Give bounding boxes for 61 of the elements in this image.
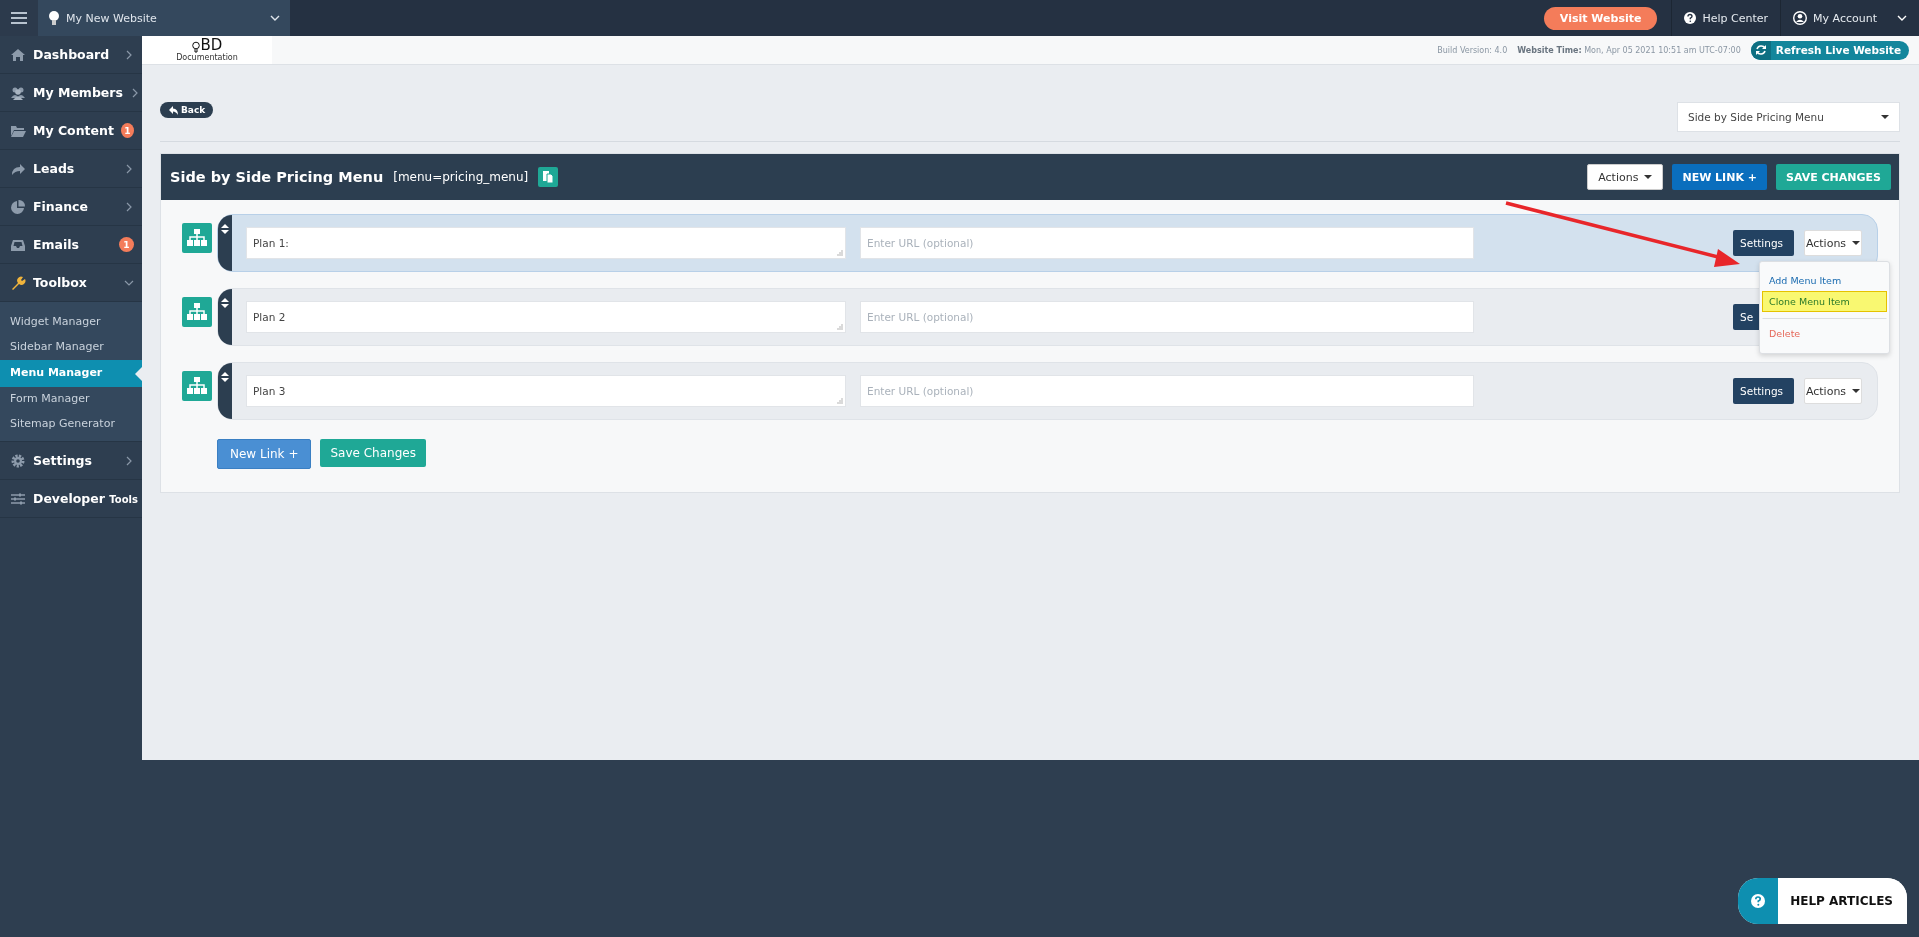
count-badge: 1 xyxy=(120,123,134,138)
chevron-down-icon xyxy=(270,13,280,23)
submenu-item[interactable]: Form Manager xyxy=(0,387,142,412)
sitemap-icon xyxy=(182,371,212,401)
shortcode: [menu=pricing_menu] xyxy=(393,170,529,184)
submenu-item[interactable]: Sidebar Manager xyxy=(0,335,142,360)
logo: BD Documentation xyxy=(142,36,272,64)
title-field[interactable]: Plan 2 xyxy=(246,301,846,333)
count-badge: 1 xyxy=(119,237,134,252)
sort-arrows-icon xyxy=(220,371,230,383)
home-icon xyxy=(10,46,26,63)
actions-button[interactable]: Actions xyxy=(1804,378,1862,404)
caret-down-icon xyxy=(1852,241,1861,245)
resize-grip-icon xyxy=(837,398,843,404)
refresh-live-website-button[interactable]: Refresh Live Website xyxy=(1750,40,1909,60)
settings-button[interactable]: Settings xyxy=(1733,378,1794,404)
menu-select[interactable]: Side by Side Pricing Menu xyxy=(1677,102,1900,132)
refresh-icon xyxy=(1754,44,1767,56)
menu-icon xyxy=(10,10,28,26)
caret-down-icon xyxy=(1881,115,1889,119)
settings-button[interactable]: Settings xyxy=(1733,230,1794,256)
url-field[interactable]: Enter URL (optional) xyxy=(860,227,1474,259)
sitemap-icon xyxy=(182,223,212,253)
title-field[interactable]: Plan 3 xyxy=(246,375,846,407)
help-icon xyxy=(1751,894,1766,908)
chevron-down-icon xyxy=(1897,13,1907,23)
sitemap-icon xyxy=(182,297,212,327)
reply-arrow-icon xyxy=(168,105,178,115)
sort-arrows-icon xyxy=(220,297,230,309)
caret-down-icon xyxy=(1644,175,1653,179)
dropdown-item[interactable]: Clone Menu Item xyxy=(1762,291,1887,312)
resize-grip-icon xyxy=(837,324,843,330)
website-time: Website Time: Mon, Apr 05 2021 10:51 am UTC-07:00 xyxy=(1517,45,1741,55)
back-button[interactable]: Back xyxy=(160,102,214,118)
user-icon xyxy=(1793,11,1808,25)
new-link-button[interactable]: NEW LINK + xyxy=(1672,164,1767,190)
actions-button[interactable]: Actions xyxy=(1804,230,1862,256)
submenu-item[interactable]: Sitemap Generator xyxy=(0,412,142,437)
caret-down-icon xyxy=(1852,389,1861,393)
site-selector[interactable]: My New Website xyxy=(38,0,290,36)
sort-arrows-icon xyxy=(220,223,230,235)
actions-button[interactable]: Actions xyxy=(1587,164,1664,190)
submenu-item[interactable]: Menu Manager xyxy=(0,360,142,387)
copy-icon[interactable] xyxy=(538,167,559,187)
lightbulb-icon xyxy=(48,10,60,26)
sidebar-item[interactable]: Emails 1 xyxy=(0,226,142,264)
url-field[interactable]: Enter URL (optional) xyxy=(860,301,1474,333)
help-articles-button[interactable]: HELP ARTICLES xyxy=(1738,878,1907,924)
panel-title: Side by Side Pricing Menu xyxy=(170,169,384,185)
sidebar-item[interactable]: My Content 1 xyxy=(0,112,142,150)
dropdown-item[interactable]: Add Menu Item xyxy=(1762,270,1887,291)
gear-icon xyxy=(10,452,26,469)
submenu-item[interactable]: Widget Manager xyxy=(0,310,142,335)
build-version: Build Version: 4.0 xyxy=(1437,45,1508,55)
title-field[interactable]: Plan 1: xyxy=(246,227,846,259)
lightbulb-icon xyxy=(191,41,200,53)
url-field[interactable]: Enter URL (optional) xyxy=(860,375,1474,407)
wrench-icon xyxy=(10,274,26,291)
resize-grip-icon xyxy=(837,250,843,256)
pie-chart-icon xyxy=(10,198,26,215)
help-icon xyxy=(1684,12,1697,24)
